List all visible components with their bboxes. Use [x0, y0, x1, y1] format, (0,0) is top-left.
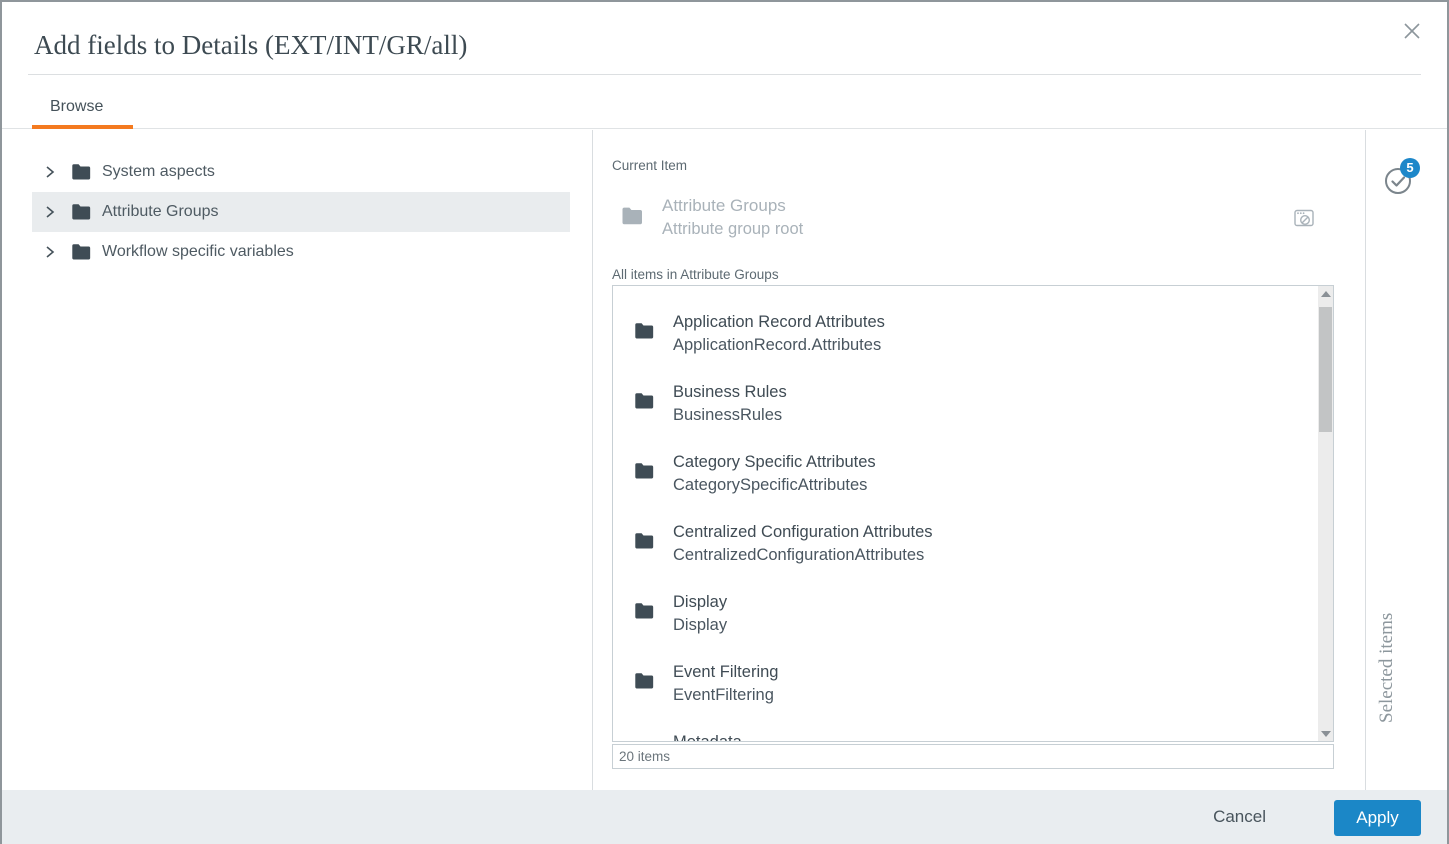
item-name: Application Record Attributes	[673, 311, 885, 334]
folder-icon	[633, 740, 655, 742]
add-to-selection-disabled-icon[interactable]	[1293, 207, 1315, 229]
tabbar-divider	[2, 128, 1447, 129]
item-name: Category Specific Attributes	[673, 451, 876, 474]
apply-button[interactable]: Apply	[1334, 800, 1421, 836]
folder-icon	[70, 241, 92, 263]
item-name: Centralized Configuration Attributes	[673, 521, 933, 544]
item-name: Metadata	[673, 731, 742, 742]
item-id: Display	[673, 614, 727, 637]
item-id: EventFiltering	[673, 684, 778, 707]
folder-icon	[633, 320, 655, 342]
current-item-description: Attribute group root	[662, 220, 803, 239]
folder-icon	[633, 530, 655, 552]
folder-icon	[633, 600, 655, 622]
current-item-label: Current Item	[612, 158, 687, 173]
item-id: BusinessRules	[673, 404, 787, 427]
chevron-right-icon[interactable]	[42, 164, 58, 180]
item-id: CentralizedConfigurationAttributes	[673, 544, 933, 567]
add-fields-dialog: Add fields to Details (EXT/INT/GR/all) B…	[0, 0, 1449, 844]
list-item[interactable]: Event FilteringEventFiltering	[613, 660, 1318, 730]
item-name: Display	[673, 591, 727, 614]
folder-icon	[70, 161, 92, 183]
folder-icon	[70, 201, 92, 223]
items-list-viewport: Application Record AttributesApplication…	[613, 310, 1318, 742]
chevron-right-icon[interactable]	[42, 244, 58, 260]
tree-item-workflow-variables[interactable]: Workflow specific variables	[32, 232, 570, 272]
list-item[interactable]: Application Record AttributesApplication…	[613, 310, 1318, 380]
tab-browse[interactable]: Browse	[32, 92, 121, 129]
items-count: 20 items	[612, 744, 1334, 769]
panel-divider-right	[1365, 130, 1366, 790]
dialog-footer: Cancel Apply	[2, 790, 1447, 844]
selected-count-badge[interactable]: 5	[1400, 158, 1420, 178]
item-name: Business Rules	[673, 381, 787, 404]
category-tree: System aspects Attribute Groups Workflow…	[32, 152, 570, 272]
folder-icon	[620, 204, 644, 228]
chevron-right-icon[interactable]	[42, 204, 58, 220]
folder-icon	[633, 390, 655, 412]
folder-icon	[633, 460, 655, 482]
header-divider	[28, 74, 1421, 75]
tree-item-label: System aspects	[102, 163, 215, 181]
cancel-button[interactable]: Cancel	[1195, 799, 1284, 835]
tree-item-system-aspects[interactable]: System aspects	[32, 152, 570, 192]
list-item[interactable]: Category Specific AttributesCategorySpec…	[613, 450, 1318, 520]
tree-item-label: Workflow specific variables	[102, 243, 294, 261]
selected-items-tab[interactable]: Selected items	[1376, 592, 1422, 744]
item-name: Event Filtering	[673, 661, 778, 684]
panel-divider-left	[592, 130, 593, 790]
all-items-label: All items in Attribute Groups	[612, 267, 779, 282]
items-list: Application Record AttributesApplication…	[612, 285, 1334, 742]
list-item[interactable]: Business RulesBusinessRules	[613, 380, 1318, 450]
item-id: CategorySpecificAttributes	[673, 474, 876, 497]
tree-item-label: Attribute Groups	[102, 203, 219, 221]
tree-item-attribute-groups[interactable]: Attribute Groups	[32, 192, 570, 232]
close-icon[interactable]	[1401, 20, 1423, 42]
current-item-name: Attribute Groups	[662, 196, 786, 216]
dialog-title: Add fields to Details (EXT/INT/GR/all)	[34, 30, 467, 61]
scrollbar-thumb[interactable]	[1319, 307, 1332, 432]
item-id: ApplicationRecord.Attributes	[673, 334, 885, 357]
folder-icon	[633, 670, 655, 692]
scrollbar-up-arrow-icon[interactable]	[1318, 286, 1333, 302]
list-scrollbar[interactable]	[1318, 286, 1333, 741]
list-item[interactable]: DisplayDisplay	[613, 590, 1318, 660]
scrollbar-down-arrow-icon[interactable]	[1318, 725, 1333, 741]
list-item[interactable]: Metadata	[613, 730, 1318, 742]
active-tab-indicator	[32, 125, 133, 129]
list-item[interactable]: Centralized Configuration AttributesCent…	[613, 520, 1318, 590]
